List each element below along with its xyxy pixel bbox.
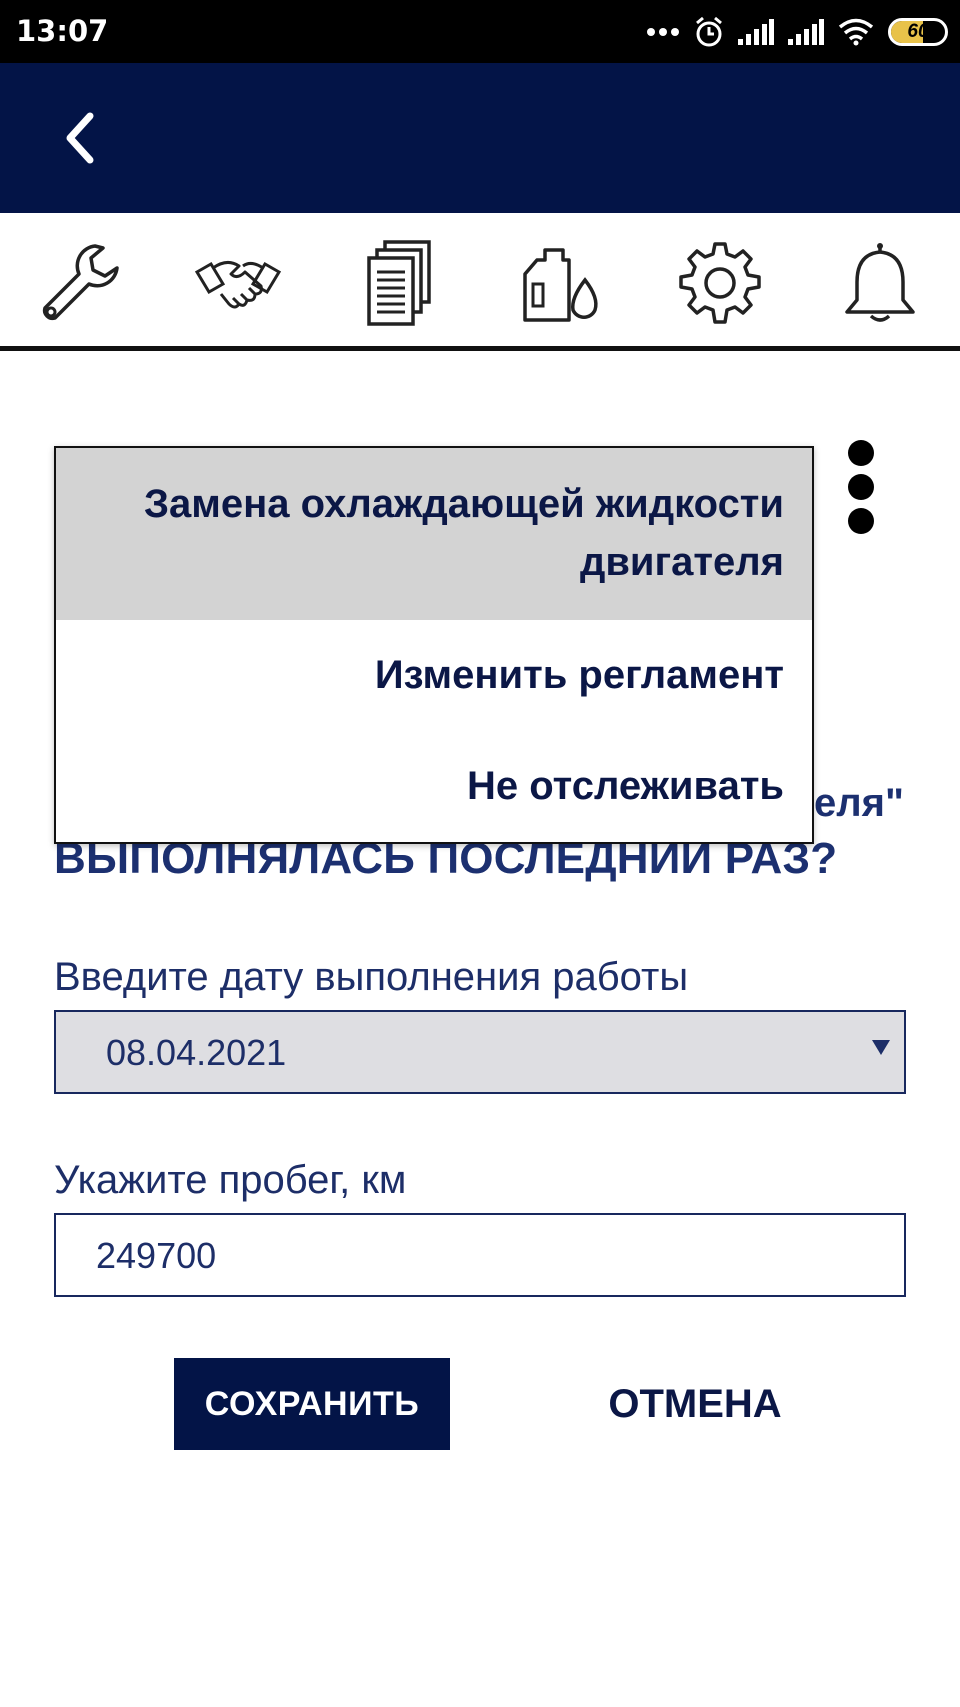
menu-title-line1: Замена охлаждающей жидкости — [143, 482, 784, 526]
question-line1-fragment: еля" — [814, 781, 904, 825]
wrench-icon — [42, 244, 119, 321]
mileage-label: Укажите пробег, км — [54, 1158, 407, 1202]
category-toolbar — [0, 213, 960, 351]
tab-notifications[interactable] — [832, 235, 928, 331]
tab-fluids[interactable] — [512, 235, 608, 331]
status-icons: 60 — [646, 12, 948, 52]
save-button[interactable]: СОХРАНИТЬ — [174, 1358, 450, 1450]
tab-maintenance[interactable] — [32, 235, 128, 331]
bell-icon — [845, 243, 915, 322]
date-select[interactable]: 08.04.2021 — [54, 1010, 906, 1094]
documents-icon — [367, 240, 431, 326]
mileage-value: 249700 — [96, 1235, 217, 1276]
handshake-icon — [194, 261, 282, 309]
tab-settings[interactable] — [672, 235, 768, 331]
gear-icon — [679, 242, 761, 324]
back-button[interactable] — [48, 106, 112, 170]
more-notifications-icon — [647, 28, 679, 36]
more-options-button[interactable] — [840, 440, 880, 540]
menu-title-line2: двигателя — [579, 540, 784, 584]
cancel-button[interactable]: ОТМЕНА — [590, 1358, 800, 1450]
menu-item-edit-schedule[interactable]: Изменить регламент — [56, 620, 812, 730]
menu-title: Замена охлаждающей жидкости двигателя — [56, 448, 812, 620]
status-bar: 13:07 60 — [0, 0, 960, 63]
kebab-dot-icon — [848, 440, 874, 466]
signal-icon — [738, 19, 774, 45]
date-value: 08.04.2021 — [106, 1032, 287, 1073]
tab-documents[interactable] — [352, 235, 448, 331]
date-label: Введите дату выполнения работы — [54, 955, 689, 999]
battery-percent: 60 — [907, 21, 929, 42]
popup-menu: Замена охлаждающей жидкости двигателя Из… — [54, 446, 814, 844]
mileage-input[interactable]: 249700 — [54, 1213, 906, 1297]
menu-item-stop-tracking[interactable]: Не отслеживать — [56, 730, 812, 842]
app-bar — [0, 63, 960, 213]
alarm-icon — [696, 16, 722, 47]
battery-icon: 60 — [888, 18, 948, 46]
status-time: 13:07 — [16, 14, 109, 48]
tab-services[interactable] — [190, 235, 286, 331]
kebab-dot-icon — [848, 508, 874, 534]
chevron-left-icon — [66, 112, 94, 164]
kebab-dot-icon — [848, 474, 874, 500]
oil-canister-icon — [523, 248, 598, 322]
signal-icon-2 — [788, 19, 824, 45]
wifi-icon — [838, 18, 874, 46]
dropdown-arrow-icon — [872, 1040, 890, 1055]
